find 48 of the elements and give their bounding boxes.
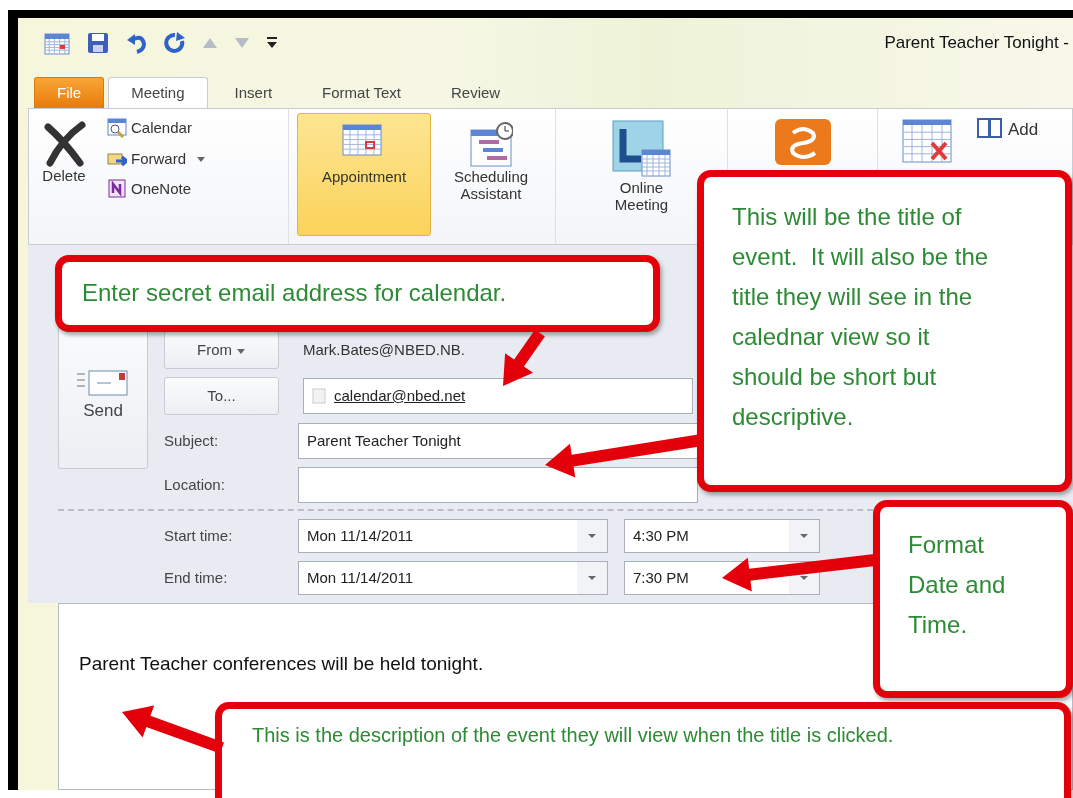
- window-title: Parent Teacher Tonight -: [884, 32, 1070, 55]
- calendar-search-icon: [107, 118, 127, 139]
- ribbon-button[interactable]: Add: [976, 117, 1039, 143]
- delete-icon: [42, 119, 86, 167]
- ribbon-button[interactable]: OneNote: [107, 178, 206, 201]
- date-field[interactable]: Mon 11/14/2011: [298, 561, 608, 595]
- from-button[interactable]: From: [164, 331, 279, 369]
- address-book-icon: [976, 117, 1004, 139]
- delete-button[interactable]: Delete: [37, 117, 91, 244]
- ribbon-button[interactable]: Forward: [107, 147, 206, 170]
- field-label: Subject:: [164, 430, 220, 451]
- redo-icon[interactable]: [164, 32, 186, 54]
- message-body-text: Parent Teacher conferences will be held tonight.: [79, 652, 484, 676]
- sender-address: Mark.Bates@NBED.NB.: [303, 339, 465, 360]
- envelope-icon: [75, 368, 131, 399]
- callout-text: This is the description of the event they will view when the title is clicked.: [251, 723, 895, 748]
- caret-icon: [196, 154, 206, 163]
- field-label: End time:: [164, 567, 229, 588]
- online-meeting-button[interactable]: Online Meeting: [591, 117, 692, 244]
- calendar-icon[interactable]: [44, 31, 70, 55]
- dropdown-icon: [577, 562, 607, 594]
- save-icon[interactable]: [86, 31, 110, 55]
- link-icon[interactable]: [772, 117, 833, 167]
- callout-text: Enter secret email address for calendar.: [81, 278, 508, 308]
- to-field[interactable]: calendar@nbed.net: [303, 378, 693, 414]
- ribbon-button[interactable]: Scheduling Assistant: [435, 113, 547, 236]
- to-button[interactable]: To...: [164, 377, 279, 415]
- ribbon-button[interactable]: Calendar: [107, 117, 206, 140]
- notebook-icon: [107, 179, 127, 200]
- undo-icon[interactable]: [126, 32, 148, 54]
- date-field[interactable]: Mon 11/14/2011: [298, 519, 608, 553]
- ribbon-tab[interactable]: Format Text: [299, 76, 424, 108]
- schedule-chart-icon: [469, 122, 513, 168]
- calendar-delete-icon[interactable]: [902, 117, 952, 163]
- dropdown-icon: [577, 520, 607, 552]
- field-label: Location:: [164, 474, 226, 495]
- dropdown-icon: [789, 520, 819, 552]
- time-field[interactable]: 4:30 PM: [624, 519, 820, 553]
- location-field[interactable]: [298, 467, 698, 503]
- callout-text: This will be the title of event. It will also be the title they will see in the calednar view so it should be short but descriptive.: [731, 202, 990, 432]
- ribbon-tab[interactable]: Insert: [211, 76, 296, 108]
- meeting-calendar-icon: [610, 119, 673, 179]
- ribbon-tab[interactable]: Review: [428, 76, 524, 108]
- field-label: Start time:: [164, 525, 234, 546]
- ribbon-tab[interactable]: Meeting: [108, 76, 208, 108]
- subject-field[interactable]: Parent Teacher Tonight: [298, 423, 698, 459]
- callout-text: Format Date and Time.: [907, 530, 1007, 640]
- ribbon-button[interactable]: Appointment: [297, 113, 431, 236]
